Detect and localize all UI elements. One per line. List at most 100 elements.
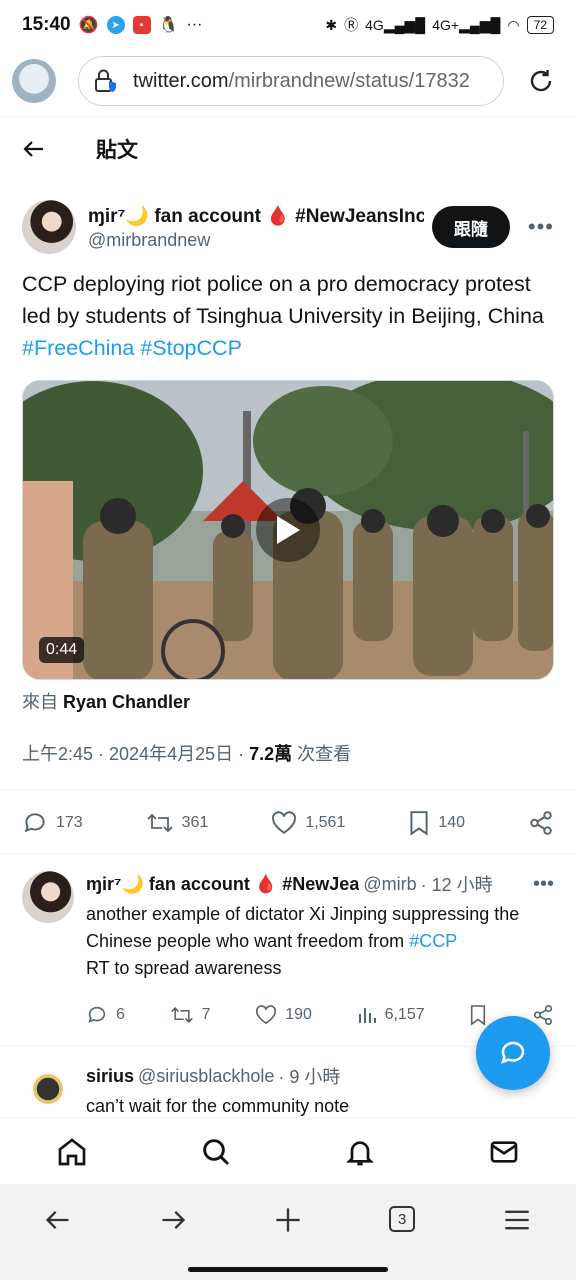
- address-bar[interactable]: twitter.com/mirbrandnew/status/17832: [78, 56, 504, 106]
- reply-icon: [24, 812, 45, 832]
- like-button[interactable]: 1,561: [271, 810, 346, 835]
- reply-author-name[interactable]: sirius: [86, 1066, 134, 1087]
- reply-icon: [88, 1006, 106, 1023]
- telegram-icon: ➤: [106, 16, 125, 34]
- bookmark-count: 140: [438, 813, 466, 831]
- like-button[interactable]: 190: [255, 1005, 312, 1025]
- author-avatar[interactable]: [22, 200, 76, 254]
- view-label: 次查看: [292, 744, 352, 764]
- tweet-timestamp[interactable]: 上午2:45 · 2024年4月25日 ·: [22, 744, 249, 764]
- home-icon[interactable]: [56, 1136, 88, 1168]
- reply-text: another example of dictator Xi Jinping s…: [86, 901, 554, 982]
- view-count: 6,157: [384, 1006, 425, 1023]
- reply-author-avatar[interactable]: [22, 871, 74, 923]
- tweet-video[interactable]: 0:44: [22, 380, 554, 680]
- url-path: /mirbrandnew/status/17832: [228, 69, 470, 92]
- back-icon[interactable]: [44, 1206, 72, 1234]
- url-text[interactable]: twitter.com/mirbrandnew/status/17832: [133, 70, 470, 93]
- page-header: 貼文: [0, 116, 576, 180]
- bookmark-icon: [471, 1005, 486, 1026]
- more-notifications-icon: ···: [186, 16, 203, 33]
- menu-icon[interactable]: [502, 1206, 532, 1234]
- reply-button[interactable]: 173: [22, 810, 83, 836]
- signal-1-icon: 4G▂▄▆█: [365, 16, 426, 33]
- tweet-body: CCP deploying riot police on a pro democ…: [22, 272, 544, 328]
- share-button[interactable]: [528, 810, 554, 836]
- author-info[interactable]: ɱir⁷🌙 fan account 🩸 #NewJeansInc @mirbra…: [88, 204, 424, 251]
- play-button[interactable]: [256, 498, 320, 562]
- retweet-count: 361: [181, 813, 209, 831]
- reply-time[interactable]: · 9 小時: [278, 1063, 340, 1089]
- compose-reply-icon: [501, 1041, 525, 1064]
- system-icons: ✱ Ⓡ 4G▂▄▆█ 4G+▂▄▆█ ◠ 72: [325, 15, 554, 35]
- reply-text-tail: RT to spread awareness: [86, 958, 282, 978]
- url-host: twitter.com: [133, 69, 229, 92]
- bluetooth-icon: ✱: [325, 16, 338, 33]
- new-tab-plus-icon[interactable]: [274, 1206, 302, 1234]
- source-prefix: 來自: [22, 692, 58, 712]
- reply-time[interactable]: · 12 小時: [421, 871, 493, 897]
- retweet-icon: [147, 813, 173, 832]
- signal-2-icon: 4G+▂▄▆█: [432, 16, 501, 33]
- views-button[interactable]: 6,157: [357, 1005, 425, 1025]
- notifications-bell-icon[interactable]: [344, 1136, 376, 1168]
- hashtag-link[interactable]: #CCP: [409, 931, 457, 951]
- heart-icon: [256, 1005, 277, 1025]
- back-arrow-icon[interactable]: [22, 137, 46, 161]
- hashtag-link[interactable]: #FreeChina: [22, 336, 134, 360]
- view-count: 7.2萬: [249, 744, 293, 764]
- status-bar: 15:40 🔕 ➤ ▪ 🐧 ··· ✱ Ⓡ 4G▂▄▆█ 4G+▂▄▆█ ◠ 7…: [0, 0, 576, 50]
- qq-icon: 🐧: [158, 17, 179, 34]
- author-name[interactable]: ɱir⁷🌙 fan account 🩸 #NewJeansInc: [88, 204, 424, 228]
- hashtag-link[interactable]: #StopCCP: [140, 336, 242, 360]
- gesture-home-bar[interactable]: [188, 1267, 388, 1272]
- reply-author-name[interactable]: ɱir⁷🌙 fan account 🩸 #NewJea: [86, 874, 359, 895]
- search-icon[interactable]: [200, 1136, 232, 1168]
- video-source: 來自 Ryan Chandler: [0, 680, 576, 714]
- author-handle[interactable]: @mirbrandnew: [88, 230, 424, 251]
- reply-author-avatar[interactable]: [22, 1063, 74, 1115]
- reply-author-handle[interactable]: @mirb: [363, 874, 416, 895]
- tweet-detail: ɱir⁷🌙 fan account 🩸 #NewJeansInc @mirbra…: [0, 180, 576, 1120]
- like-count: 1,561: [305, 813, 346, 831]
- forward-icon[interactable]: [159, 1206, 187, 1234]
- tweet-actions: 173 361 1,561 140: [0, 791, 576, 855]
- retweet-count: 7: [201, 1006, 211, 1023]
- site-security-icon[interactable]: [93, 68, 119, 94]
- compose-reply-button[interactable]: [476, 1016, 550, 1090]
- tweet-text: CCP deploying riot police on a pro democ…: [0, 254, 576, 364]
- retweet-icon: [170, 1007, 193, 1023]
- reply-actions: 6 7 190 6,157: [86, 1000, 554, 1030]
- mute-bell-icon: 🔕: [78, 17, 99, 34]
- page-title: 貼文: [96, 138, 138, 162]
- reload-icon: [530, 70, 552, 92]
- reply-header: ɱir⁷🌙 fan account 🩸 #NewJea @mirb · 12 小…: [86, 871, 554, 897]
- more-options-icon[interactable]: •••: [528, 214, 554, 240]
- reply-count: 6: [116, 1006, 125, 1023]
- reply-button[interactable]: 6: [86, 1004, 125, 1026]
- follow-button[interactable]: 跟隨: [431, 206, 510, 248]
- reply-text: can’t wait for the community note: [86, 1096, 350, 1116]
- browser-nav-bar: 3: [0, 1184, 576, 1280]
- reload-button[interactable]: [518, 58, 564, 104]
- tweet-author-row: ɱir⁷🌙 fan account 🩸 #NewJeansInc @mirbra…: [0, 180, 576, 254]
- status-time: 15:40: [22, 14, 71, 35]
- bookmark-button[interactable]: [469, 1004, 487, 1026]
- tab-count-button[interactable]: 3: [389, 1206, 416, 1232]
- more-options-icon[interactable]: •••: [533, 873, 554, 896]
- like-count: 190: [285, 1006, 312, 1023]
- wifi-icon: ◠: [507, 16, 520, 33]
- retweet-button[interactable]: 361: [146, 810, 209, 836]
- bookmark-button[interactable]: 140: [408, 810, 465, 836]
- share-icon: [530, 810, 552, 835]
- reply-body: ɱir⁷🌙 fan account 🩸 #NewJea @mirb · 12 小…: [86, 871, 554, 1030]
- reply-tweet[interactable]: ɱir⁷🌙 fan account 🩸 #NewJea @mirb · 12 小…: [0, 855, 576, 1047]
- app-notification-icon: ▪: [132, 16, 151, 34]
- reply-count: 173: [56, 813, 83, 831]
- tweet-meta: 上午2:45 · 2024年4月25日 · 7.2萬 次查看: [0, 714, 576, 791]
- browser-profile-avatar[interactable]: [12, 59, 56, 103]
- reply-author-handle[interactable]: @siriusblackhole: [138, 1066, 274, 1087]
- messages-mail-icon[interactable]: [488, 1136, 520, 1168]
- retweet-button[interactable]: 7: [170, 1004, 211, 1026]
- source-author-link[interactable]: Ryan Chandler: [63, 692, 190, 712]
